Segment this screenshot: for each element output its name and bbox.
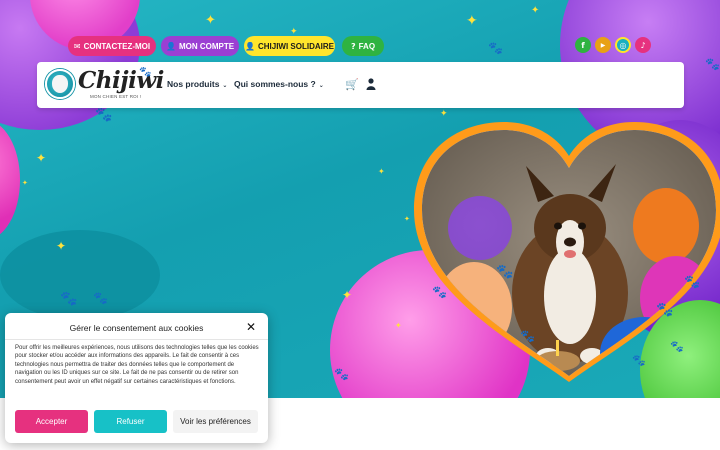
svg-text:🐾: 🐾 bbox=[520, 329, 535, 343]
instagram-glyph: ◎ bbox=[619, 40, 627, 50]
sparkle-icon: ✦ bbox=[342, 288, 353, 302]
cookie-consent-dialog: Gérer le consentement aux cookies ✕ Pour… bbox=[5, 313, 268, 443]
account-label: MON COMPTE bbox=[178, 41, 235, 51]
nav-about[interactable]: Qui sommes-nous ? ⌄ bbox=[234, 79, 324, 89]
instagram-icon[interactable]: ◎ bbox=[615, 37, 631, 53]
sparkle-icon: ✦ bbox=[22, 179, 28, 187]
paw-icon: 🐾 bbox=[334, 367, 349, 381]
pink-balloon bbox=[0, 120, 20, 240]
sparkle-icon: ✦ bbox=[395, 321, 402, 330]
account-button[interactable]: 👤 MON COMPTE bbox=[161, 36, 239, 56]
cookie-text: Pour offrir les meilleures expériences, … bbox=[15, 345, 259, 385]
paw-icon: 🐾 bbox=[93, 291, 108, 305]
facebook-glyph: f bbox=[581, 40, 585, 50]
sparkle-icon: ✦ bbox=[466, 13, 478, 29]
solidaire-button[interactable]: 👤 CHIJIWI SOLIDAIRE bbox=[244, 36, 335, 56]
main-navbar: Chijiwi 🐾 MON CHIEN EST ROI ! Nos produi… bbox=[37, 62, 684, 108]
sparkle-icon: ✦ bbox=[36, 151, 47, 165]
nav-about-label: Qui sommes-nous ? bbox=[234, 79, 316, 89]
youtube-icon[interactable]: ▶ bbox=[595, 37, 611, 53]
divider bbox=[5, 339, 268, 340]
sparkle-icon: ✦ bbox=[378, 167, 385, 176]
chevron-down-icon: ⌄ bbox=[318, 82, 324, 89]
cart-icon[interactable]: 🛒 bbox=[345, 78, 359, 91]
faq-label: FAQ bbox=[358, 41, 376, 51]
logo-tagline: MON CHIEN EST ROI ! bbox=[90, 94, 142, 99]
envelope-icon: ✉ bbox=[73, 41, 81, 51]
close-icon[interactable]: ✕ bbox=[246, 320, 256, 334]
solidarity-user-icon: 👤 bbox=[245, 41, 255, 51]
background-blob bbox=[0, 230, 160, 320]
user-icon: 👤 bbox=[165, 41, 176, 51]
preferences-button[interactable]: Voir les préférences bbox=[173, 410, 258, 433]
question-icon: ? bbox=[350, 41, 356, 51]
sparkle-icon: ✦ bbox=[531, 5, 540, 16]
faq-button[interactable]: ? FAQ bbox=[342, 36, 384, 56]
sparkle-icon: ✦ bbox=[56, 239, 67, 253]
tiktok-icon[interactable]: ♪ bbox=[635, 37, 651, 53]
heart-photo-frame: 🐾 🐾 🐾 🐾 🐾 🐾 bbox=[414, 122, 720, 382]
svg-text:🐾: 🐾 bbox=[632, 354, 646, 367]
facebook-icon[interactable]: f bbox=[575, 37, 591, 53]
user-icon[interactable] bbox=[366, 78, 376, 90]
refuse-button[interactable]: Refuser bbox=[94, 410, 167, 433]
contact-label: CONTACTEZ-MOI bbox=[83, 41, 151, 51]
solidaire-label: CHIJIWI SOLIDAIRE bbox=[257, 41, 334, 51]
nav-products-label: Nos produits bbox=[167, 79, 220, 89]
contact-button[interactable]: ✉ CONTACTEZ-MOI bbox=[68, 36, 156, 56]
svg-text:🐾: 🐾 bbox=[656, 302, 673, 318]
dog-logo-icon bbox=[52, 75, 68, 93]
chevron-down-icon: ⌄ bbox=[222, 82, 228, 89]
youtube-glyph: ▶ bbox=[600, 41, 606, 49]
paw-icon: 🐾 bbox=[705, 57, 720, 71]
paw-icon: 🐾 bbox=[60, 291, 78, 307]
accept-button[interactable]: Accepter bbox=[15, 410, 88, 433]
paw-icon: 🐾 bbox=[95, 107, 113, 123]
paw-icon: 🐾 bbox=[488, 41, 503, 55]
tiktok-glyph: ♪ bbox=[640, 40, 646, 50]
nav-products[interactable]: Nos produits ⌄ bbox=[167, 79, 227, 89]
cookie-title: Gérer le consentement aux cookies bbox=[69, 323, 204, 333]
svg-text:🐾: 🐾 bbox=[670, 340, 684, 353]
sparkle-icon: ✦ bbox=[205, 13, 216, 28]
svg-text:🐾: 🐾 bbox=[684, 275, 700, 290]
paw-icon: 🐾 bbox=[139, 67, 152, 78]
svg-text:🐾: 🐾 bbox=[496, 264, 513, 280]
